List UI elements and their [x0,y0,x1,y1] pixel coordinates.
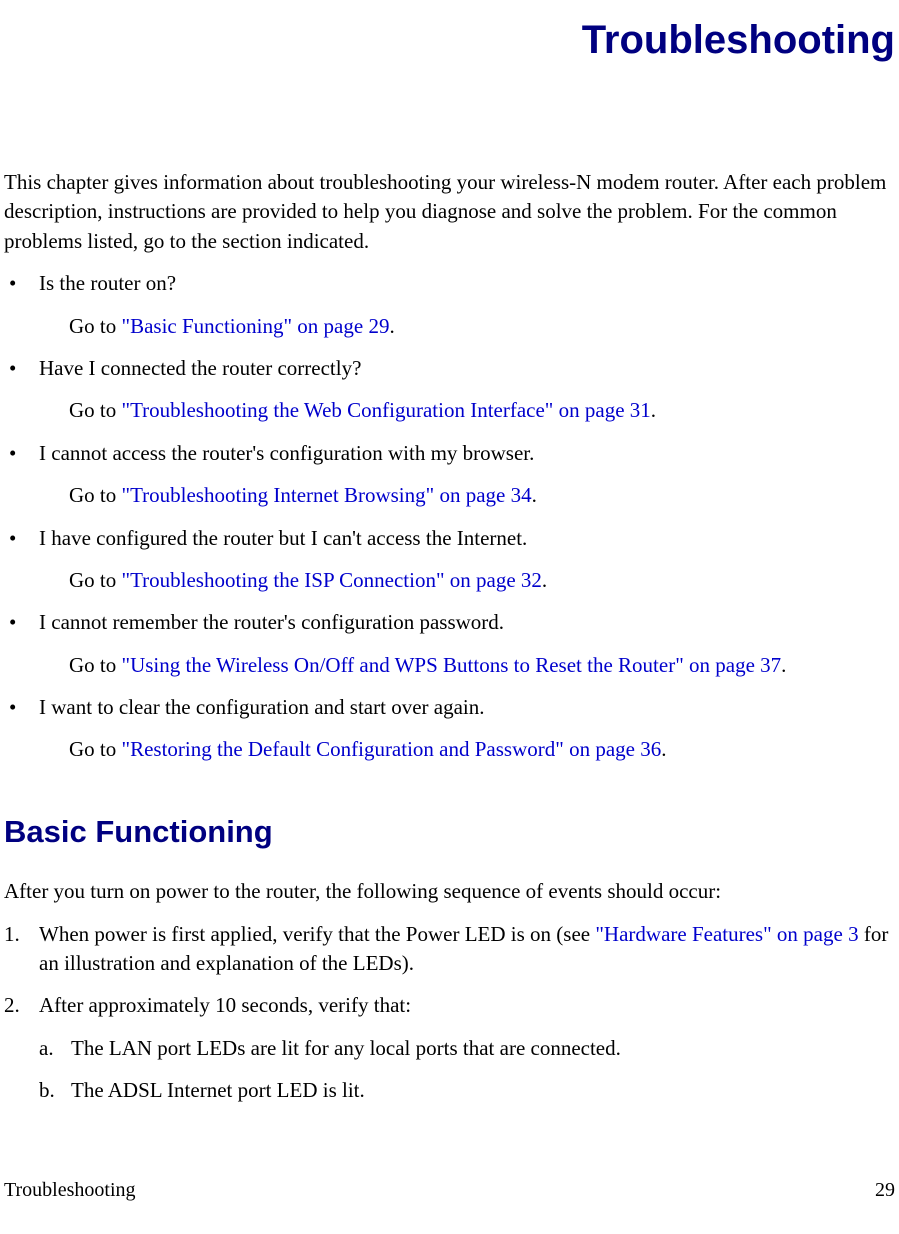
goto-link[interactable]: "Troubleshooting the Web Configuration I… [122,398,651,422]
goto-line: Go to "Using the Wireless On/Off and WPS… [4,651,895,680]
section-intro: After you turn on power to the router, t… [4,877,895,906]
goto-prefix: Go to [69,483,122,507]
step-link[interactable]: "Hardware Features" on page 3 [595,922,858,946]
period: . [781,653,786,677]
goto-line: Go to "Restoring the Default Configurati… [4,735,895,764]
numbered-step: When power is first applied, verify that… [4,920,895,979]
bullet-question: Have I connected the router correctly? [39,356,361,380]
section-title: Basic Functioning [4,810,895,853]
goto-prefix: Go to [69,314,122,338]
bullet-question: I cannot access the router's configurati… [39,441,534,465]
period: . [651,398,656,422]
alpha-step: The ADSL Internet port LED is lit. [39,1076,895,1105]
bullet-question: I have configured the router but I can't… [39,526,527,550]
goto-line: Go to "Troubleshooting the ISP Connectio… [4,566,895,595]
goto-line: Go to "Troubleshooting Internet Browsing… [4,481,895,510]
step-text: After approximately 10 seconds, verify t… [39,993,411,1017]
page-footer: Troubleshooting 29 [4,1176,895,1204]
period: . [389,314,394,338]
chapter-title: Troubleshooting [4,12,895,68]
goto-link[interactable]: "Troubleshooting the ISP Connection" on … [122,568,542,592]
intro-paragraph: This chapter gives information about tro… [4,168,895,256]
goto-prefix: Go to [69,653,122,677]
goto-link[interactable]: "Using the Wireless On/Off and WPS Butto… [122,653,782,677]
bullet-item: Have I connected the router correctly? [4,354,895,383]
goto-link[interactable]: "Restoring the Default Configuration and… [122,737,662,761]
bullet-question: I cannot remember the router's configura… [39,610,504,634]
step-text-a: When power is first applied, verify that… [39,922,595,946]
bullet-item: I cannot remember the router's configura… [4,608,895,637]
period: . [542,568,547,592]
footer-title: Troubleshooting [4,1176,136,1204]
goto-line: Go to "Basic Functioning" on page 29. [4,312,895,341]
period: . [661,737,666,761]
goto-line: Go to "Troubleshooting the Web Configura… [4,396,895,425]
bullet-item: I want to clear the configuration and st… [4,693,895,722]
goto-prefix: Go to [69,568,122,592]
bullet-item: Is the router on? [4,269,895,298]
alpha-step: The LAN port LEDs are lit for any local … [39,1034,895,1063]
page-number: 29 [875,1176,895,1204]
goto-prefix: Go to [69,737,122,761]
bullet-item: I cannot access the router's configurati… [4,439,895,468]
period: . [532,483,537,507]
goto-link[interactable]: "Basic Functioning" on page 29 [122,314,390,338]
goto-prefix: Go to [69,398,122,422]
bullet-question: Is the router on? [39,271,176,295]
goto-link[interactable]: "Troubleshooting Internet Browsing" on p… [122,483,532,507]
bullet-question: I want to clear the configuration and st… [39,695,485,719]
bullet-item: I have configured the router but I can't… [4,524,895,553]
numbered-step: After approximately 10 seconds, verify t… [4,991,895,1105]
